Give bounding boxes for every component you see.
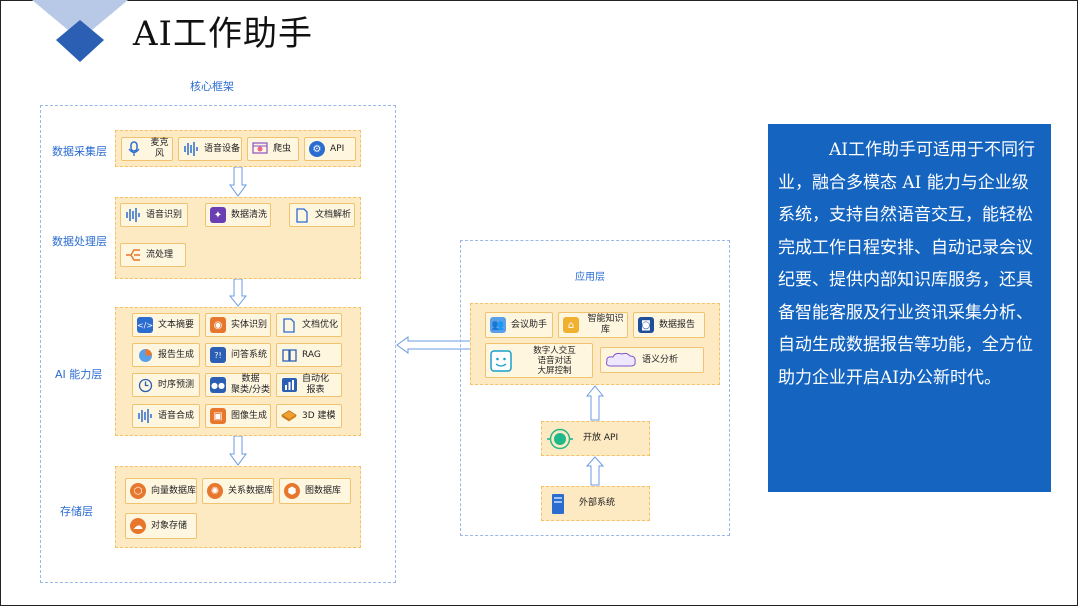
relation-db-icon: ✺ (207, 483, 223, 499)
digital-human-icon (490, 349, 512, 372)
meeting-icon: 👥 (490, 317, 506, 333)
application-title: 应用层 (575, 272, 605, 283)
code-icon: </> (137, 317, 153, 333)
item-document-optimize[interactable]: 文档优化 (276, 313, 342, 337)
description-text: AI工作助手可适用于不同行业，融合多模态 AI 能力与企业级系统，支持自然语音交… (778, 140, 1035, 388)
item-document-parse[interactable]: 文档解析 (289, 203, 355, 227)
item-data-cleaning[interactable]: ✦ 数据清洗 (205, 203, 271, 227)
audio-wave-icon (137, 408, 153, 424)
arrow-up-icon (586, 456, 604, 486)
audio-wave-icon (183, 141, 199, 157)
layer-label-collect: 数据采集层 (52, 145, 107, 158)
microphone-icon (126, 141, 142, 157)
item-data-report[interactable]: ◙ 数据报告 (633, 312, 705, 338)
item-knowledge-base[interactable]: ⌂ 智能知识库 (558, 312, 628, 338)
layer-label-storage: 存储层 (60, 505, 93, 518)
item-semantic-analysis[interactable]: 语义分析 (600, 347, 704, 373)
item-text-summary[interactable]: </> 文本摘要 (132, 313, 200, 337)
item-microphone[interactable]: 麦克风 (121, 137, 173, 161)
item-object-storage[interactable]: ☁ 对象存储 (125, 513, 197, 539)
item-graph-db[interactable]: ⬢ 图数据库 (279, 478, 351, 504)
graph-db-icon: ⬢ (284, 483, 300, 499)
data-clean-icon: ✦ (210, 207, 226, 223)
item-speech-recognition[interactable]: 语音识别 (120, 203, 188, 227)
core-framework-title: 核心框架 (190, 80, 234, 93)
item-data-clustering[interactable]: ●● 数据 聚类/分类 (205, 373, 271, 397)
clock-icon (137, 377, 153, 393)
book-icon (281, 347, 297, 363)
api-icon: ⚙ (309, 141, 325, 157)
item-digital-human[interactable]: 数字人交互 语音对话 大屏控制 (485, 343, 593, 378)
cloud-icon (605, 352, 637, 368)
layer-label-ai: AI 能力层 (55, 368, 103, 381)
external-system-node[interactable]: 外部系统 (541, 486, 650, 521)
robot-icon: ◙ (638, 317, 654, 333)
item-auto-report[interactable]: 自动化 报表 (276, 373, 342, 397)
layer-label-process: 数据处理层 (52, 235, 107, 248)
item-audio-device[interactable]: 语音设备 (178, 137, 242, 161)
arrow-up-icon (586, 385, 604, 421)
cloud-storage-icon: ☁ (130, 518, 146, 534)
arrow-down-icon (229, 279, 247, 307)
item-api[interactable]: ⚙ API (304, 137, 356, 161)
item-report-generation[interactable]: 报告生成 (132, 343, 200, 367)
audio-wave-icon (125, 207, 141, 223)
bar-chart-icon (281, 377, 297, 393)
knowledge-icon: ⌂ (563, 317, 579, 333)
vector-db-icon: ⬡ (130, 483, 146, 499)
item-meeting-assistant[interactable]: 👥 会议助手 (485, 312, 553, 338)
description-panel: AI工作助手可适用于不同行业，融合多模态 AI 能力与企业级系统，支持自然语音交… (768, 124, 1051, 492)
item-time-series[interactable]: 时序预测 (132, 373, 200, 397)
item-image-generation[interactable]: ▣ 图像生成 (205, 404, 271, 428)
server-icon (551, 493, 565, 515)
crawler-icon (252, 141, 268, 157)
item-crawler[interactable]: 爬虫 (247, 137, 299, 161)
document-icon (294, 207, 310, 223)
pie-chart-icon (137, 347, 153, 363)
open-api-icon (547, 428, 573, 450)
chevron-logo-icon (32, 0, 128, 62)
item-entity-recognition[interactable]: ◉ 实体识别 (205, 313, 271, 337)
arrow-down-icon (229, 167, 247, 197)
document-icon (281, 317, 297, 333)
page-title: AI工作助手 (133, 14, 313, 54)
item-vector-db[interactable]: ⬡ 向量数据库 (125, 478, 197, 504)
item-speech-synthesis[interactable]: 语音合成 (132, 404, 200, 428)
item-qa-system[interactable]: ?! 问答系统 (205, 343, 271, 367)
open-api-node[interactable]: 开放 API (541, 421, 650, 456)
entity-icon: ◉ (210, 317, 226, 333)
qa-icon: ?! (210, 347, 226, 363)
image-icon: ▣ (210, 408, 226, 424)
stream-icon (125, 247, 141, 263)
item-stream-processing[interactable]: 流处理 (120, 243, 186, 267)
item-3d-modeling[interactable]: 3D 建模 (276, 404, 342, 428)
cluster-icon: ●● (210, 377, 226, 393)
cube-icon (281, 408, 297, 424)
arrow-down-icon (229, 436, 247, 466)
item-relation-db[interactable]: ✺ 关系数据库 (202, 478, 274, 504)
item-rag[interactable]: RAG (276, 343, 342, 367)
